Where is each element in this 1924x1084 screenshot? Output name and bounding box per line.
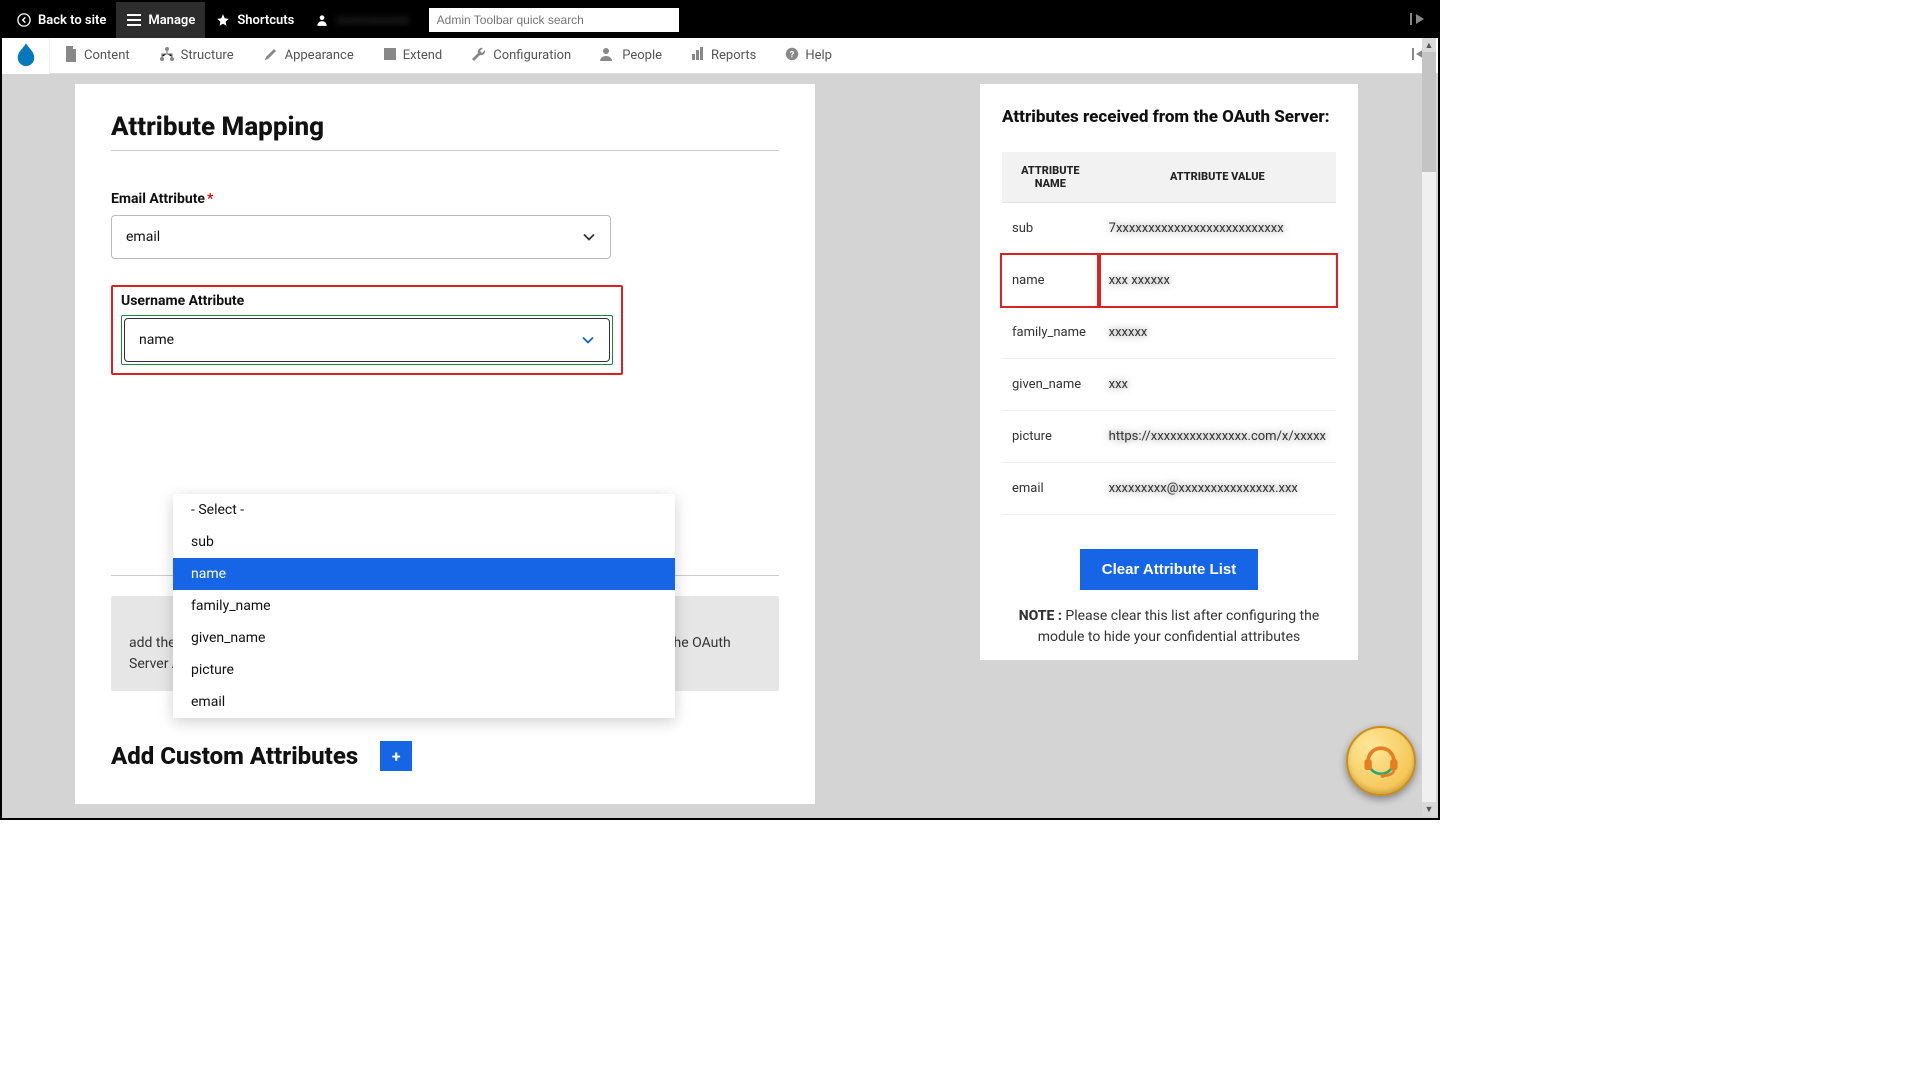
nav-content[interactable]: Content: [50, 38, 145, 74]
manage-button[interactable]: Manage: [116, 2, 205, 38]
page-title: Attribute Mapping: [111, 112, 779, 142]
admin-search-input[interactable]: [429, 8, 679, 32]
scrollbar-thumb[interactable]: [1422, 52, 1436, 172]
dropdown-option[interactable]: family_name: [173, 590, 675, 622]
username-attribute-dropdown: - Select -subnamefamily_namegiven_namepi…: [173, 494, 675, 718]
add-custom-attributes-row: Add Custom Attributes +: [111, 741, 779, 771]
file-icon: [64, 46, 78, 66]
required-asterisk: *: [207, 191, 213, 207]
attributes-th-name: ATTRIBUTE NAME: [1002, 152, 1099, 203]
admin-search-wrap: [429, 8, 679, 32]
note-bold: NOTE :: [1019, 608, 1062, 624]
table-row: namexxx xxxxxx: [1002, 254, 1336, 306]
note-text: Please clear this list after configuring…: [1038, 608, 1320, 645]
scroll-down-button[interactable]: ▼: [1422, 802, 1436, 816]
chevron-down-icon: [582, 228, 596, 247]
username-attribute-select[interactable]: name: [124, 318, 610, 362]
attr-name-cell: family_name: [1002, 306, 1099, 358]
table-row: given_namexxx: [1002, 358, 1336, 410]
nav-appearance[interactable]: Appearance: [249, 38, 369, 74]
attributes-received-title: Attributes received from the OAuth Serve…: [1002, 106, 1336, 130]
admin-toolbar-secondary: Content Structure Appearance Extend Conf…: [2, 38, 1438, 74]
attr-value-cell: 7xxxxxxxxxxxxxxxxxxxxxxxxxx: [1099, 202, 1336, 254]
dropdown-option[interactable]: name: [173, 558, 675, 590]
attr-name-cell: email: [1002, 462, 1099, 514]
attr-value-cell: xxxxxx: [1099, 306, 1336, 358]
dropdown-option[interactable]: picture: [173, 654, 675, 686]
email-attribute-select[interactable]: email: [111, 215, 611, 259]
admin-blackbar: Back to site Manage Shortcuts xxxxxxxxxx…: [2, 2, 1438, 38]
attr-name-cell: given_name: [1002, 358, 1099, 410]
nav-configuration[interactable]: Configuration: [457, 38, 586, 74]
vertical-scrollbar[interactable]: ▲ ▼: [1422, 38, 1436, 816]
svg-text:?: ?: [790, 50, 795, 60]
barchart-icon: [691, 47, 705, 65]
drupal-logo-icon[interactable]: [2, 38, 50, 74]
nav-structure[interactable]: Structure: [145, 38, 249, 74]
attr-value-cell: https://xxxxxxxxxxxxxxx.com/x/xxxxx: [1099, 410, 1336, 462]
nav-help[interactable]: ?Help: [771, 38, 847, 74]
attr-name-cell: name: [1002, 254, 1099, 306]
clear-attribute-list-button[interactable]: Clear Attribute List: [1080, 549, 1258, 590]
hamburger-icon: [126, 12, 142, 28]
dropdown-option[interactable]: email: [173, 686, 675, 718]
attributes-th-value: ATTRIBUTE VALUE: [1099, 152, 1336, 203]
wrench-icon: [471, 46, 487, 66]
people-icon: [600, 47, 616, 65]
add-custom-attribute-button[interactable]: +: [380, 741, 412, 771]
manage-label: Manage: [148, 13, 195, 28]
chevron-left-circle-icon: [16, 12, 32, 28]
attr-value-cell: xxxxxxxxx@xxxxxxxxxxxxxxx.xxx: [1099, 462, 1336, 514]
attributes-received-panel: Attributes received from the OAuth Serve…: [980, 84, 1358, 660]
main-content-area: Attribute Mapping Email Attribute* email…: [2, 74, 1438, 818]
hierarchy-icon: [159, 47, 175, 65]
toolbar-collapse-icon[interactable]: [1402, 11, 1434, 30]
back-to-site-button[interactable]: Back to site: [6, 2, 116, 38]
nav-extend[interactable]: Extend: [369, 38, 458, 74]
table-row: sub7xxxxxxxxxxxxxxxxxxxxxxxxxx: [1002, 202, 1336, 254]
paintbrush-icon: [263, 46, 279, 66]
attr-name-cell: picture: [1002, 410, 1099, 462]
star-icon: [215, 12, 231, 28]
attr-value-cell: xxx: [1099, 358, 1336, 410]
support-chat-bubble[interactable]: [1346, 726, 1416, 796]
user-icon: [314, 12, 330, 28]
help-icon: ?: [785, 47, 799, 65]
dropdown-option[interactable]: - Select -: [173, 494, 675, 526]
user-menu-button[interactable]: xxxxxxxxxxx: [304, 2, 418, 38]
nav-people[interactable]: People: [586, 38, 677, 74]
attributes-table: ATTRIBUTE NAME ATTRIBUTE VALUE sub7xxxxx…: [1002, 152, 1336, 515]
shortcuts-label: Shortcuts: [237, 13, 294, 28]
shortcuts-button[interactable]: Shortcuts: [205, 2, 304, 38]
back-to-site-label: Back to site: [38, 13, 106, 28]
add-custom-attributes-title: Add Custom Attributes: [111, 742, 358, 770]
email-attribute-label: Email Attribute*: [111, 191, 779, 207]
dropdown-option[interactable]: given_name: [173, 622, 675, 654]
scroll-up-button[interactable]: ▲: [1422, 38, 1436, 52]
attr-value-cell: xxx xxxxxx: [1099, 254, 1336, 306]
table-row: emailxxxxxxxxx@xxxxxxxxxxxxxxx.xxx: [1002, 462, 1336, 514]
puzzle-icon: [383, 47, 397, 65]
dropdown-option[interactable]: sub: [173, 526, 675, 558]
title-divider: [111, 150, 779, 151]
nav-reports[interactable]: Reports: [677, 38, 771, 74]
attr-name-cell: sub: [1002, 202, 1099, 254]
username-attribute-highlight: Username Attribute name: [111, 285, 623, 375]
username-select-focus-ring: name: [121, 315, 613, 365]
attributes-note: NOTE : Please clear this list after conf…: [1002, 606, 1336, 648]
username-attribute-label: Username Attribute: [121, 293, 613, 309]
table-row: family_namexxxxxx: [1002, 306, 1336, 358]
chevron-down-icon: [581, 331, 595, 350]
table-row: picturehttps://xxxxxxxxxxxxxxx.com/x/xxx…: [1002, 410, 1336, 462]
username-attribute-value: name: [139, 332, 174, 348]
username-label: xxxxxxxxxxx: [336, 13, 408, 28]
email-attribute-value: email: [126, 229, 160, 245]
attribute-mapping-panel: Attribute Mapping Email Attribute* email…: [75, 84, 815, 804]
